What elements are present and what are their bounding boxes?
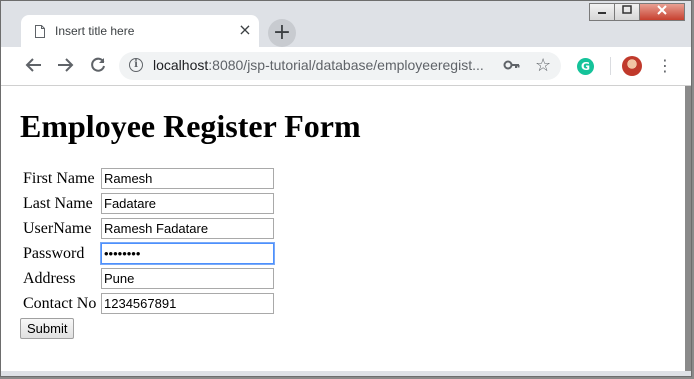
menu-icon[interactable]: ⋮ [657,56,673,75]
last-name-input[interactable] [101,193,274,214]
info-icon[interactable]: i [129,58,143,72]
page-title: Employee Register Form [20,108,361,144]
address-input[interactable] [101,268,274,289]
address-label: Address [23,270,76,287]
url-path: :8080/jsp-tutorial/database/employeeregi… [208,57,484,73]
address-bar[interactable]: i localhost:8080/jsp-tutorial/database/e… [119,52,561,80]
page-content: Employee Register Form First Name Last N… [1,86,685,371]
submit-button[interactable]: Submit [20,318,75,339]
contact-no-label: Contact No [23,295,97,312]
maximize-icon [622,5,632,14]
star-icon[interactable]: ☆ [535,55,551,76]
browser-window: Insert title here × + i localhost:8080/j… [0,0,692,377]
maximize-button[interactable] [614,3,640,21]
minimize-icon [598,12,606,14]
minimize-button[interactable] [589,3,615,21]
new-tab-button[interactable]: + [268,19,296,47]
key-icon[interactable] [503,57,521,77]
password-label: Password [23,245,85,262]
back-arrow-icon [25,58,41,72]
grammarly-icon[interactable]: G [577,58,594,75]
contact-no-input[interactable] [101,293,274,314]
url-host: localhost [153,57,209,73]
window-edge [685,86,691,371]
password-input[interactable] [101,243,274,264]
reload-icon [91,57,105,72]
last-name-label: Last Name [23,195,93,212]
avatar[interactable] [622,56,642,76]
close-icon [657,5,667,15]
forward-arrow-icon [58,58,74,72]
first-name-label: First Name [23,170,95,187]
window-controls [589,3,685,23]
reload-button[interactable] [88,56,108,76]
tab-close-icon[interactable]: × [237,22,253,38]
username-label: UserName [23,220,92,237]
browser-toolbar: i localhost:8080/jsp-tutorial/database/e… [1,47,691,86]
back-button[interactable] [24,56,44,76]
close-window-button[interactable] [639,3,685,21]
first-name-input[interactable] [101,168,274,189]
tab-strip: Insert title here × + [1,1,691,49]
doc-icon [35,25,45,38]
username-input[interactable] [101,218,274,239]
forward-button[interactable] [55,56,75,76]
browser-tab[interactable]: Insert title here × [21,15,259,49]
toolbar-divider [610,57,611,75]
tab-title: Insert title here [55,24,135,38]
url-text[interactable]: localhost:8080/jsp-tutorial/database/emp… [153,57,493,73]
